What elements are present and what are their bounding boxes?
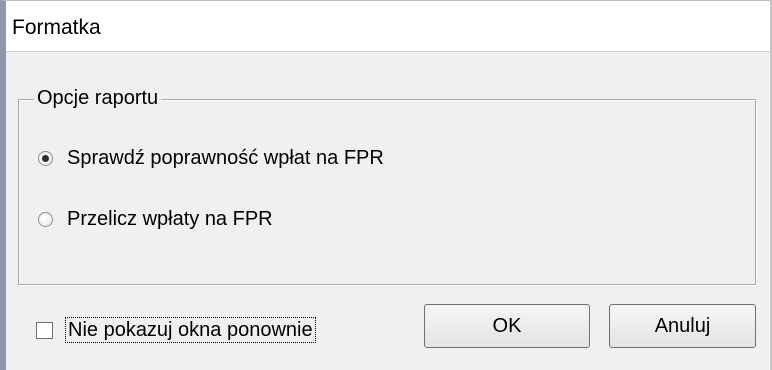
group-legend: Opcje raportu: [34, 85, 162, 111]
ok-button[interactable]: OK: [424, 304, 590, 348]
radio-button-checked[interactable]: [38, 150, 53, 166]
dialog-window: Formatka Opcje raportu Sprawdź poprawnoś…: [0, 0, 772, 370]
dont-show-again-label: Nie pokazuj okna ponownie: [65, 317, 316, 343]
dont-show-again-option[interactable]: Nie pokazuj okna ponownie: [36, 315, 316, 345]
report-options-group: [18, 99, 756, 285]
radio-label-recalculate-payments: Przelicz wpłaty na FPR: [67, 207, 273, 230]
title-bar[interactable]: Formatka: [6, 1, 770, 52]
dont-show-again-checkbox[interactable]: [36, 321, 53, 339]
radio-option-recalculate-payments[interactable]: Przelicz wpłaty na FPR: [38, 205, 273, 233]
cancel-button[interactable]: Anuluj: [609, 304, 756, 348]
dialog-body: Opcje raportu Sprawdź poprawność wpłat n…: [6, 52, 770, 370]
radio-option-check-payments[interactable]: Sprawdź poprawność wpłat na FPR: [38, 144, 384, 172]
radio-button-unchecked[interactable]: [38, 211, 53, 227]
window-title: Formatka: [12, 16, 101, 39]
radio-label-check-payments: Sprawdź poprawność wpłat na FPR: [67, 146, 384, 169]
